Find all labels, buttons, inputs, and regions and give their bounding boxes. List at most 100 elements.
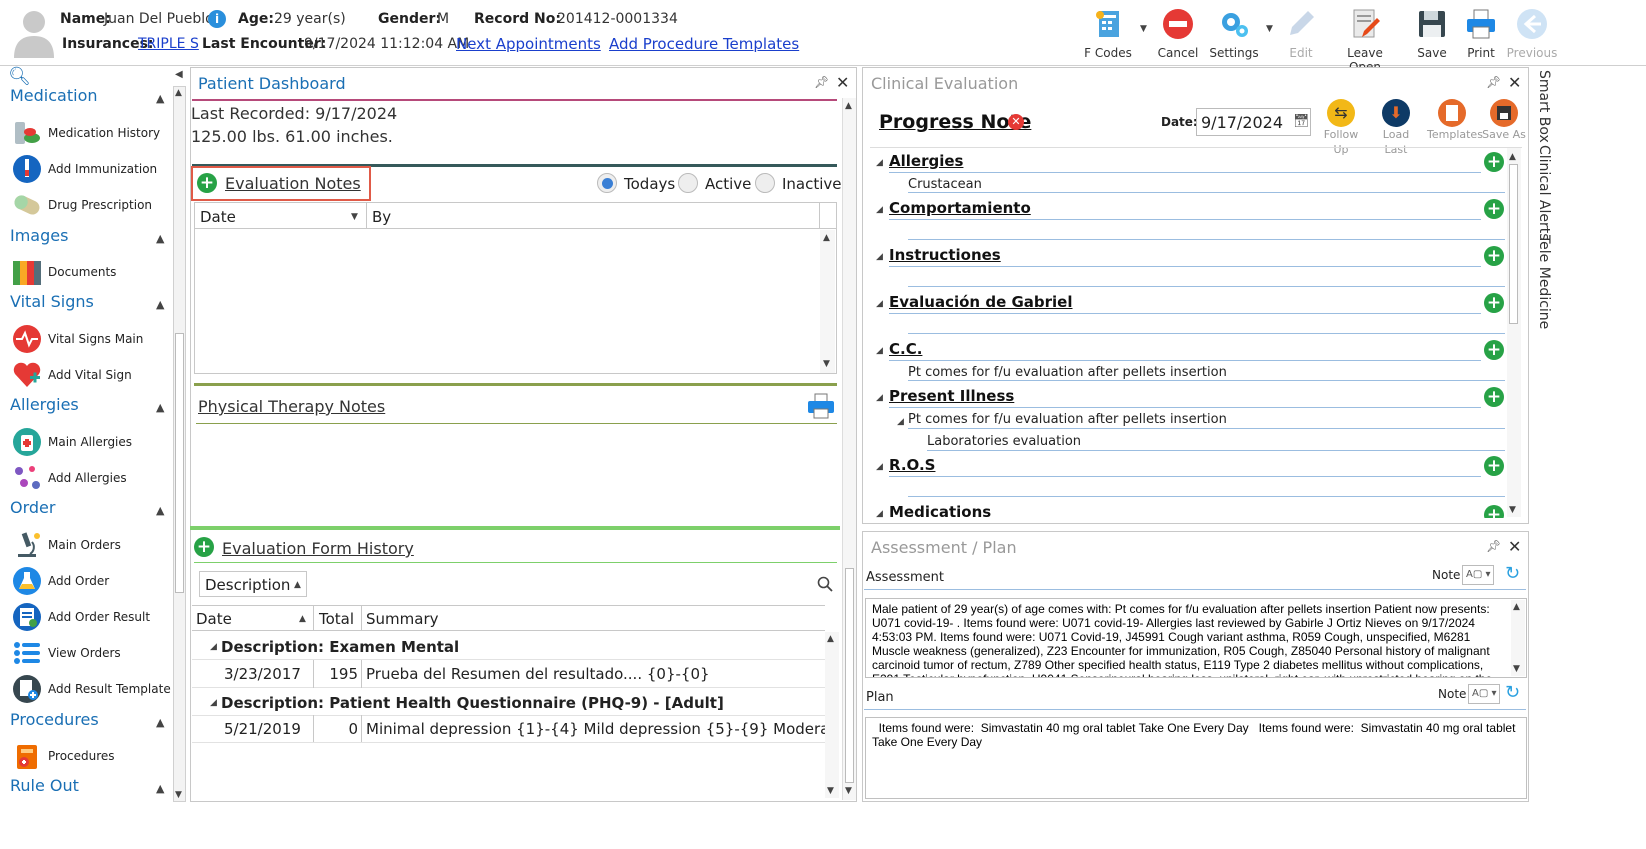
- scroll-down-icon[interactable]: ▼: [175, 790, 182, 800]
- nav-item-add-order-result[interactable]: Add Order Result: [10, 600, 150, 634]
- chevron-up-icon[interactable]: ▲: [156, 782, 164, 795]
- chevron-up-icon[interactable]: ▲: [156, 232, 164, 245]
- printer-icon[interactable]: [806, 392, 836, 420]
- scroll-up-icon[interactable]: ▲: [827, 634, 834, 644]
- tab-smart-box[interactable]: Smart Box: [1536, 70, 1552, 143]
- scroll-up-icon[interactable]: ▲: [1509, 152, 1516, 162]
- load-last-button[interactable]: ⬇ Load Last: [1371, 99, 1421, 156]
- section-allergies[interactable]: Allergies: [889, 152, 963, 170]
- templates-button[interactable]: Templates: [1427, 99, 1483, 145]
- nav-item-add-immunization[interactable]: Add Immunization: [10, 152, 157, 186]
- nav-item-medication-history[interactable]: Medication History: [10, 116, 160, 150]
- add-present-illness-icon[interactable]: +: [1484, 387, 1504, 407]
- table-row[interactable]: 5/21/2019 0 Minimal depression {1}-{4} M…: [192, 715, 825, 743]
- previous-button[interactable]: Previous: [1502, 4, 1562, 62]
- add-evaluation-form-icon[interactable]: +: [194, 537, 214, 557]
- scroll-up-icon[interactable]: ▲: [1513, 602, 1520, 612]
- column-total[interactable]: Total: [319, 610, 354, 628]
- collapse-line-icon[interactable]: ◢: [897, 417, 904, 427]
- nav-section-images[interactable]: Images: [10, 226, 68, 245]
- nav-scroll-thumb[interactable]: [175, 333, 184, 593]
- close-icon[interactable]: ✕: [1508, 73, 1521, 92]
- nav-item-procedures[interactable]: Procedures: [10, 739, 115, 773]
- refresh-icon[interactable]: ↻: [1505, 682, 1520, 703]
- dashboard-scroll-thumb[interactable]: [845, 568, 854, 783]
- column-date[interactable]: Date: [200, 208, 236, 226]
- info-icon[interactable]: i: [208, 10, 226, 28]
- nav-item-main-orders[interactable]: Main Orders: [10, 528, 121, 562]
- section-present-illness[interactable]: Present Illness: [889, 387, 1014, 405]
- add-medications-icon[interactable]: +: [1484, 505, 1504, 518]
- add-comportamiento-icon[interactable]: +: [1484, 199, 1504, 219]
- group-row[interactable]: ◢ Description: Examen Mental: [192, 632, 825, 660]
- chevron-up-icon[interactable]: ▲: [156, 716, 164, 729]
- leave-open-button[interactable]: Leave Open: [1333, 4, 1397, 74]
- clinical-scrollbar[interactable]: ▲ ▼: [1507, 148, 1521, 517]
- edit-button[interactable]: Edit: [1271, 4, 1331, 62]
- nav-item-documents[interactable]: Documents: [10, 255, 116, 289]
- evaluation-notes-link[interactable]: Evaluation Notes: [225, 174, 361, 193]
- scroll-up-icon[interactable]: ▲: [845, 101, 852, 111]
- radio-inactive[interactable]: [755, 173, 775, 193]
- add-ros-icon[interactable]: +: [1484, 456, 1504, 476]
- nav-item-drug-prescription[interactable]: Drug Prescription: [10, 188, 152, 222]
- nav-scrollbar[interactable]: [173, 86, 186, 802]
- nav-section-procedures[interactable]: Procedures: [10, 710, 99, 729]
- column-date[interactable]: Date: [196, 610, 232, 628]
- pin-icon[interactable]: 📌︎: [1486, 75, 1501, 89]
- add-evaluation-note-icon[interactable]: +: [197, 173, 217, 193]
- section-medications[interactable]: Medications: [889, 503, 991, 518]
- nav-section-medication[interactable]: Medication: [10, 86, 98, 105]
- nav-item-main-allergies[interactable]: Main Allergies: [10, 425, 132, 459]
- section-instructiones[interactable]: Instructiones: [889, 246, 1001, 264]
- section-cc[interactable]: C.C.: [889, 340, 922, 358]
- history-scrollbar[interactable]: ▲ ▼: [825, 632, 839, 798]
- table-row[interactable]: 3/23/2017 195 Prueba del Resumen del res…: [192, 660, 825, 688]
- column-summary[interactable]: Summary: [366, 610, 439, 628]
- note-style-dropdown[interactable]: A▢ ▾: [1462, 565, 1494, 585]
- close-icon[interactable]: ✕: [836, 73, 849, 92]
- search-icon[interactable]: [817, 576, 833, 592]
- tab-clinical-alerts[interactable]: Clinical Alerts: [1536, 145, 1552, 241]
- radio-active[interactable]: [678, 173, 698, 193]
- tab-tele-medicine[interactable]: Tele Medicine: [1536, 235, 1552, 329]
- scroll-down-icon[interactable]: ▼: [823, 359, 830, 369]
- settings-button[interactable]: Settings: [1204, 4, 1264, 62]
- chevron-up-icon[interactable]: ▲: [156, 92, 164, 105]
- nav-section-order[interactable]: Order: [10, 498, 55, 517]
- assessment-textarea[interactable]: Male patient of 29 year(s) of age comes …: [865, 598, 1527, 678]
- chevron-up-icon[interactable]: ▲: [156, 504, 164, 517]
- column-by[interactable]: By: [372, 208, 391, 226]
- nav-section-vital-signs[interactable]: Vital Signs: [10, 292, 94, 311]
- section-evaluacion-de-gabriel[interactable]: Evaluación de Gabriel: [889, 293, 1073, 311]
- scroll-down-icon[interactable]: ▼: [1513, 664, 1520, 674]
- chevron-up-icon[interactable]: ▲: [156, 401, 164, 414]
- clinical-scroll-thumb[interactable]: [1509, 164, 1518, 324]
- nav-item-add-result-template[interactable]: Add Result Template: [10, 672, 171, 706]
- collapse-section-icon[interactable]: ◢: [876, 252, 883, 262]
- fcodes-button[interactable]: F Codes: [1078, 4, 1138, 62]
- physical-therapy-notes-link[interactable]: Physical Therapy Notes: [198, 397, 385, 416]
- evaluation-form-history-link[interactable]: Evaluation Form History: [222, 539, 414, 558]
- scroll-down-icon[interactable]: ▼: [845, 786, 852, 796]
- nav-item-vital-signs-main[interactable]: Vital Signs Main: [10, 322, 143, 356]
- collapse-section-icon[interactable]: ◢: [876, 158, 883, 168]
- assessment-scrollbar[interactable]: ▲ ▼: [1511, 600, 1525, 676]
- group-row[interactable]: ◢ Description: Patient Health Questionna…: [192, 688, 825, 716]
- grid-scrollbar[interactable]: ▲ ▼: [820, 230, 835, 373]
- scroll-up-icon[interactable]: ▲: [175, 88, 182, 98]
- add-evaluacion-icon[interactable]: +: [1484, 293, 1504, 313]
- add-allergy-icon[interactable]: +: [1484, 152, 1504, 172]
- collapse-section-icon[interactable]: ◢: [876, 205, 883, 215]
- expand-group-icon[interactable]: ◢: [210, 642, 217, 652]
- remove-note-icon[interactable]: ✕: [1008, 114, 1024, 130]
- calendar-icon[interactable]: 📅︎: [1293, 114, 1310, 129]
- add-cc-icon[interactable]: +: [1484, 340, 1504, 360]
- cancel-button[interactable]: Cancel: [1148, 4, 1208, 62]
- scroll-down-icon[interactable]: ▼: [1509, 505, 1516, 515]
- nav-item-add-allergies[interactable]: Add Allergies: [10, 461, 127, 495]
- nav-section-allergies[interactable]: Allergies: [10, 395, 79, 414]
- refresh-icon[interactable]: ↻: [1505, 563, 1520, 584]
- sort-dropdown-icon[interactable]: ▼: [351, 212, 358, 222]
- save-as-button[interactable]: Save As: [1479, 99, 1529, 145]
